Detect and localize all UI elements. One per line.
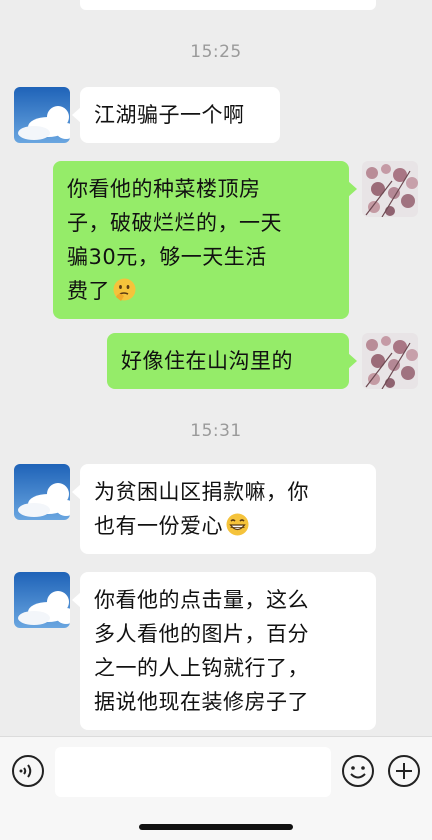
avatar-sky[interactable] bbox=[14, 572, 70, 628]
thinking-emoji-icon bbox=[113, 278, 136, 301]
message-text: 也有一份爱心 bbox=[94, 514, 223, 538]
timestamp: 15:31 bbox=[190, 421, 242, 441]
message-text: 之一的人上钩就行了， bbox=[94, 656, 309, 680]
message-text: 你看他的种菜楼顶房 bbox=[67, 177, 261, 201]
message-text: 多人看他的图片，百分 bbox=[94, 622, 309, 646]
timestamp: 15:25 bbox=[190, 42, 242, 62]
avatar-sky[interactable] bbox=[14, 87, 70, 143]
grinning-emoji-icon bbox=[226, 513, 249, 536]
avatar-self[interactable] bbox=[362, 333, 418, 389]
message-bubble[interactable]: 你看他的点击量，这么 多人看他的图片，百分 之一的人上钩就行了， 据说他现在装修… bbox=[72, 572, 376, 730]
message-bubble[interactable]: 好像住在山沟里的 bbox=[107, 333, 357, 389]
message-text: 骗30元，够一天生活 bbox=[67, 245, 267, 269]
message-text: 费了 bbox=[67, 279, 110, 303]
plus-icon[interactable] bbox=[386, 753, 422, 789]
avatar-self[interactable] bbox=[362, 161, 418, 217]
message-input[interactable] bbox=[55, 747, 331, 797]
chat-area[interactable]: 15:25 江湖骗子一个啊 你看他的种菜楼顶房 子，破破烂烂的，一天 骗30元，… bbox=[0, 0, 432, 736]
message-text: 江湖骗子一个啊 bbox=[94, 103, 245, 127]
message-text: 据说他现在装修房子了 bbox=[94, 690, 309, 714]
emoji-icon[interactable] bbox=[340, 753, 376, 789]
home-indicator[interactable] bbox=[139, 824, 293, 830]
message-bubble[interactable]: 江湖骗子一个啊 bbox=[72, 87, 280, 143]
message-text: 子，破破烂烂的，一天 bbox=[67, 211, 282, 235]
message-bubble-partial bbox=[80, 0, 376, 10]
message-bubble[interactable]: 为贫困山区捐款嘛，你 也有一份爱心 bbox=[72, 464, 376, 554]
message-text: 好像住在山沟里的 bbox=[121, 349, 293, 373]
message-bubble[interactable]: 你看他的种菜楼顶房 子，破破烂烂的，一天 骗30元，够一天生活 费了 bbox=[53, 161, 357, 319]
voice-icon[interactable] bbox=[10, 753, 46, 789]
message-text: 你看他的点击量，这么 bbox=[94, 588, 309, 612]
message-text: 为贫困山区捐款嘛，你 bbox=[94, 480, 309, 504]
avatar-sky[interactable] bbox=[14, 464, 70, 520]
